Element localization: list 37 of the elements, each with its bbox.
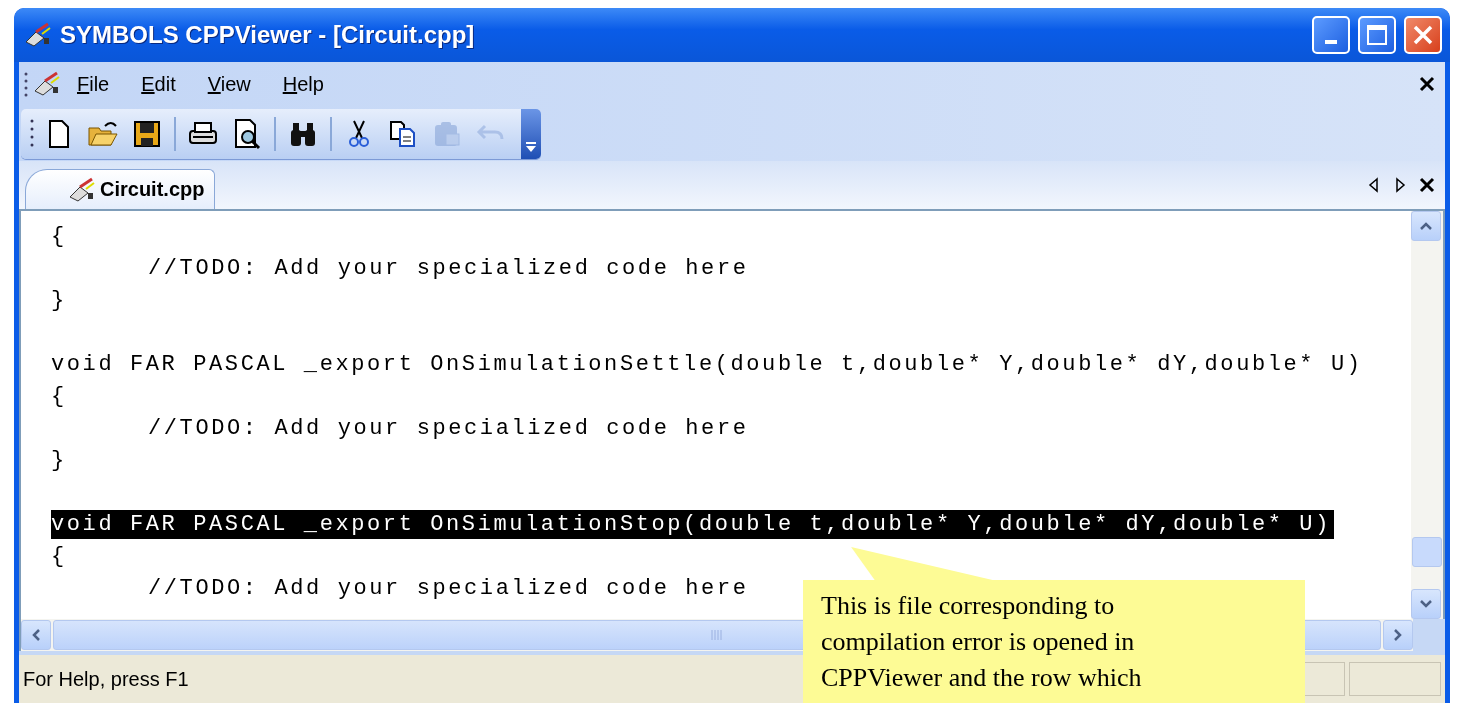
grip-icon: [710, 629, 724, 641]
code-line: {: [51, 383, 68, 411]
menu-item[interactable]: File: [61, 72, 126, 96]
left-chevron-icon: [31, 628, 41, 642]
menu-item[interactable]: Edit: [125, 72, 192, 96]
scroll-thumb[interactable]: [1412, 537, 1442, 567]
maximize-button[interactable]: [1358, 16, 1396, 54]
scroll-right-button[interactable]: [1383, 620, 1413, 650]
menu-item[interactable]: Help: [266, 72, 340, 96]
chevron-icon: [525, 140, 537, 153]
close-icon: [1419, 76, 1435, 92]
code-line: void FAR PASCAL _export OnSimulationSettle(double t,double* Y,double* dY,double* U): [51, 351, 1364, 379]
scroll-up-button[interactable]: [1411, 211, 1441, 241]
code-line: {: [51, 223, 68, 251]
code-line: }: [51, 287, 68, 315]
close-button[interactable]: [1404, 16, 1442, 54]
down-chevron-icon: [1419, 599, 1433, 609]
scroll-down-button[interactable]: [1411, 589, 1441, 619]
right-chevron-icon: [1393, 628, 1403, 642]
up-chevron-icon: [1419, 221, 1433, 231]
close-tab-button[interactable]: [1417, 177, 1437, 193]
status-text: For Help, press F1: [23, 667, 189, 691]
minimize-icon: [1325, 40, 1337, 44]
code-line: //TODO: Add your specialized code here: [148, 415, 750, 443]
close-icon: [1412, 24, 1434, 46]
menu-item[interactable]: View: [191, 72, 267, 96]
maximize-icon: [1366, 24, 1388, 46]
minimize-button[interactable]: [1312, 16, 1350, 54]
window-title: SYMBOLS CPPViewer - [Circuit.cpp]: [60, 21, 476, 49]
scroll-left-button[interactable]: [21, 620, 51, 650]
code-line: //TODO: Add your specialized code here: [148, 255, 750, 283]
document-tab[interactable]: Circuit.cpp: [25, 169, 216, 209]
code-line: {: [51, 543, 68, 571]
toolbar-overflow-button[interactable]: [521, 108, 541, 159]
code-line: //TODO: Add your specialized code here: [148, 575, 750, 603]
close-icon: [1419, 177, 1435, 193]
code-line: }: [51, 447, 68, 475]
